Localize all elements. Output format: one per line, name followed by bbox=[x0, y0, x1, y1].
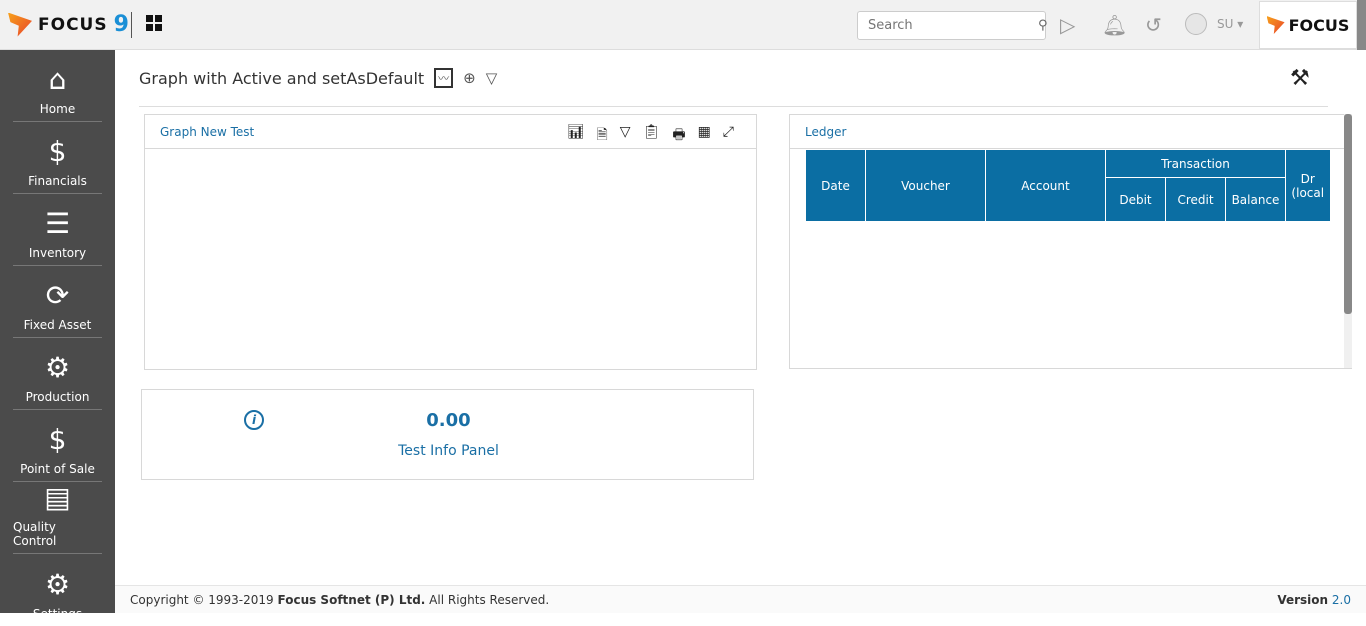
logo-mark-icon bbox=[8, 12, 32, 37]
apps-grid-icon[interactable] bbox=[146, 15, 162, 31]
sidebar-item-point-of-sale[interactable]: $ Point of Sale bbox=[13, 410, 102, 482]
column-header-dr-local[interactable]: Dr (local bbox=[1285, 149, 1330, 222]
inventory-icon: ☰ bbox=[44, 207, 71, 240]
sidebar-item-label: Quality Control bbox=[13, 520, 57, 548]
expand-icon[interactable]: ⤢ bbox=[723, 124, 734, 148]
factory-icon: ⚙ bbox=[44, 351, 71, 384]
ledger-title: Ledger bbox=[805, 124, 847, 139]
play-icon[interactable]: ▷ bbox=[1060, 13, 1075, 37]
column-header-balance[interactable]: Balance bbox=[1225, 177, 1286, 222]
search-icon[interactable]: ⚲ bbox=[1038, 18, 1048, 33]
sidebar-item-quality-control[interactable]: ▤ Quality Control bbox=[13, 481, 102, 554]
brand-text: FOCUS bbox=[1288, 15, 1350, 35]
copyright: Copyright © 1993-2019 Focus Softnet (P) … bbox=[130, 592, 550, 607]
scrollbar[interactable] bbox=[1357, 0, 1366, 50]
info-label: Test Info Panel bbox=[398, 443, 499, 459]
sidebar-item-financials[interactable]: $ Financials bbox=[13, 122, 102, 194]
sidebar-item-label: Settings bbox=[32, 607, 83, 621]
filter-icon[interactable]: ▽ bbox=[486, 69, 498, 87]
page-title: Graph with Active and setAsDefault 〰 ⊕ ▽ bbox=[139, 68, 497, 88]
sidebar-item-label: Production bbox=[25, 390, 90, 404]
column-header-voucher[interactable]: Voucher bbox=[865, 149, 986, 222]
logo-number: 9 bbox=[113, 12, 129, 37]
quality-icon: ▤ bbox=[44, 481, 71, 514]
info-value: 0.00 bbox=[426, 410, 471, 431]
graph-panel-title: Graph New Test bbox=[160, 124, 255, 139]
column-group-transaction: Transaction bbox=[1105, 149, 1286, 178]
sidebar-item-label: Inventory bbox=[28, 246, 87, 260]
calendar-icon[interactable]: ▦ bbox=[698, 124, 711, 148]
divider bbox=[139, 106, 1328, 107]
search-input[interactable] bbox=[868, 18, 1038, 33]
sidebar-item-production[interactable]: ⚙ Production bbox=[13, 338, 102, 410]
bell-icon[interactable]: 🔔︎ bbox=[1102, 13, 1127, 37]
footer: Copyright © 1993-2019 Focus Softnet (P) … bbox=[115, 585, 1366, 613]
history-icon[interactable]: ↺ bbox=[1145, 13, 1162, 37]
column-header-date[interactable]: Date bbox=[805, 149, 866, 222]
sidebar-item-label: Fixed Asset bbox=[23, 318, 92, 332]
clipboard-icon[interactable]: 📋︎ bbox=[643, 124, 661, 148]
brand-mark-icon bbox=[1266, 16, 1285, 34]
chart-type-icon[interactable]: 📊︎ bbox=[567, 124, 585, 148]
column-header-account[interactable]: Account bbox=[985, 149, 1106, 222]
document-icon[interactable]: 🗎 bbox=[597, 124, 608, 148]
gear-icon: ⚙ bbox=[44, 568, 71, 601]
focus9-logo[interactable]: FOCUS 9 bbox=[8, 12, 129, 37]
divider bbox=[131, 12, 132, 38]
sidebar: ⌂ Home $ Financials ☰ Inventory ⟳ Fixed Asse… bbox=[0, 50, 115, 621]
page-title-text: Graph with Active and setAsDefault bbox=[139, 68, 425, 88]
top-bar: FOCUS9 ⚲ ▷ 🔔︎ ↺ SU ▾ FOCUS bbox=[0, 0, 1366, 50]
ledger-panel: Ledger Date Voucher Account Transaction … bbox=[789, 114, 1352, 369]
money-icon: $ bbox=[48, 135, 67, 168]
search-box[interactable]: ⚲ bbox=[857, 11, 1048, 40]
tools-icon[interactable]: ⚒ bbox=[1290, 66, 1310, 91]
logo-text: FOCUS bbox=[38, 14, 108, 35]
sidebar-item-label: Home bbox=[39, 102, 76, 116]
column-header-debit[interactable]: Debit bbox=[1105, 177, 1166, 222]
fixed-asset-icon: ⟳ bbox=[45, 279, 70, 312]
avatar[interactable] bbox=[1185, 13, 1207, 35]
print-icon[interactable]: 🖶 bbox=[672, 124, 685, 148]
sidebar-item-label: Financials bbox=[28, 174, 87, 188]
graph-icon[interactable]: 〰 bbox=[434, 68, 454, 88]
ledger-table: Date Voucher Account Transaction Dr (loc… bbox=[805, 149, 1330, 222]
sidebar-item-inventory[interactable]: ☰ Inventory bbox=[13, 194, 102, 266]
info-panel: i 0.00 Test Info Panel bbox=[141, 389, 754, 480]
column-header-credit[interactable]: Credit bbox=[1165, 177, 1226, 222]
home-icon: ⌂ bbox=[48, 63, 67, 96]
filter-icon[interactable]: ▽ bbox=[620, 124, 631, 148]
sidebar-item-home[interactable]: ⌂ Home bbox=[13, 50, 102, 122]
version: Version 2.0 bbox=[1277, 592, 1351, 607]
focus-brand-logo: FOCUS bbox=[1259, 1, 1357, 49]
graph-panel: Graph New Test 📊︎ 🗎 ▽ 📋︎ 🖶 ▦ ⤢ bbox=[144, 114, 757, 370]
sidebar-item-label: Point of Sale bbox=[20, 462, 95, 476]
add-circle-icon[interactable]: ⊕ bbox=[463, 69, 476, 87]
sidebar-item-settings[interactable]: ⚙ Settings bbox=[13, 554, 102, 626]
user-menu[interactable]: SU ▾ bbox=[1217, 17, 1243, 31]
pos-icon: $ bbox=[48, 423, 67, 456]
sidebar-item-fixed-asset[interactable]: ⟳ Fixed Asset bbox=[13, 266, 102, 338]
ledger-scrollbar[interactable] bbox=[1344, 114, 1352, 368]
